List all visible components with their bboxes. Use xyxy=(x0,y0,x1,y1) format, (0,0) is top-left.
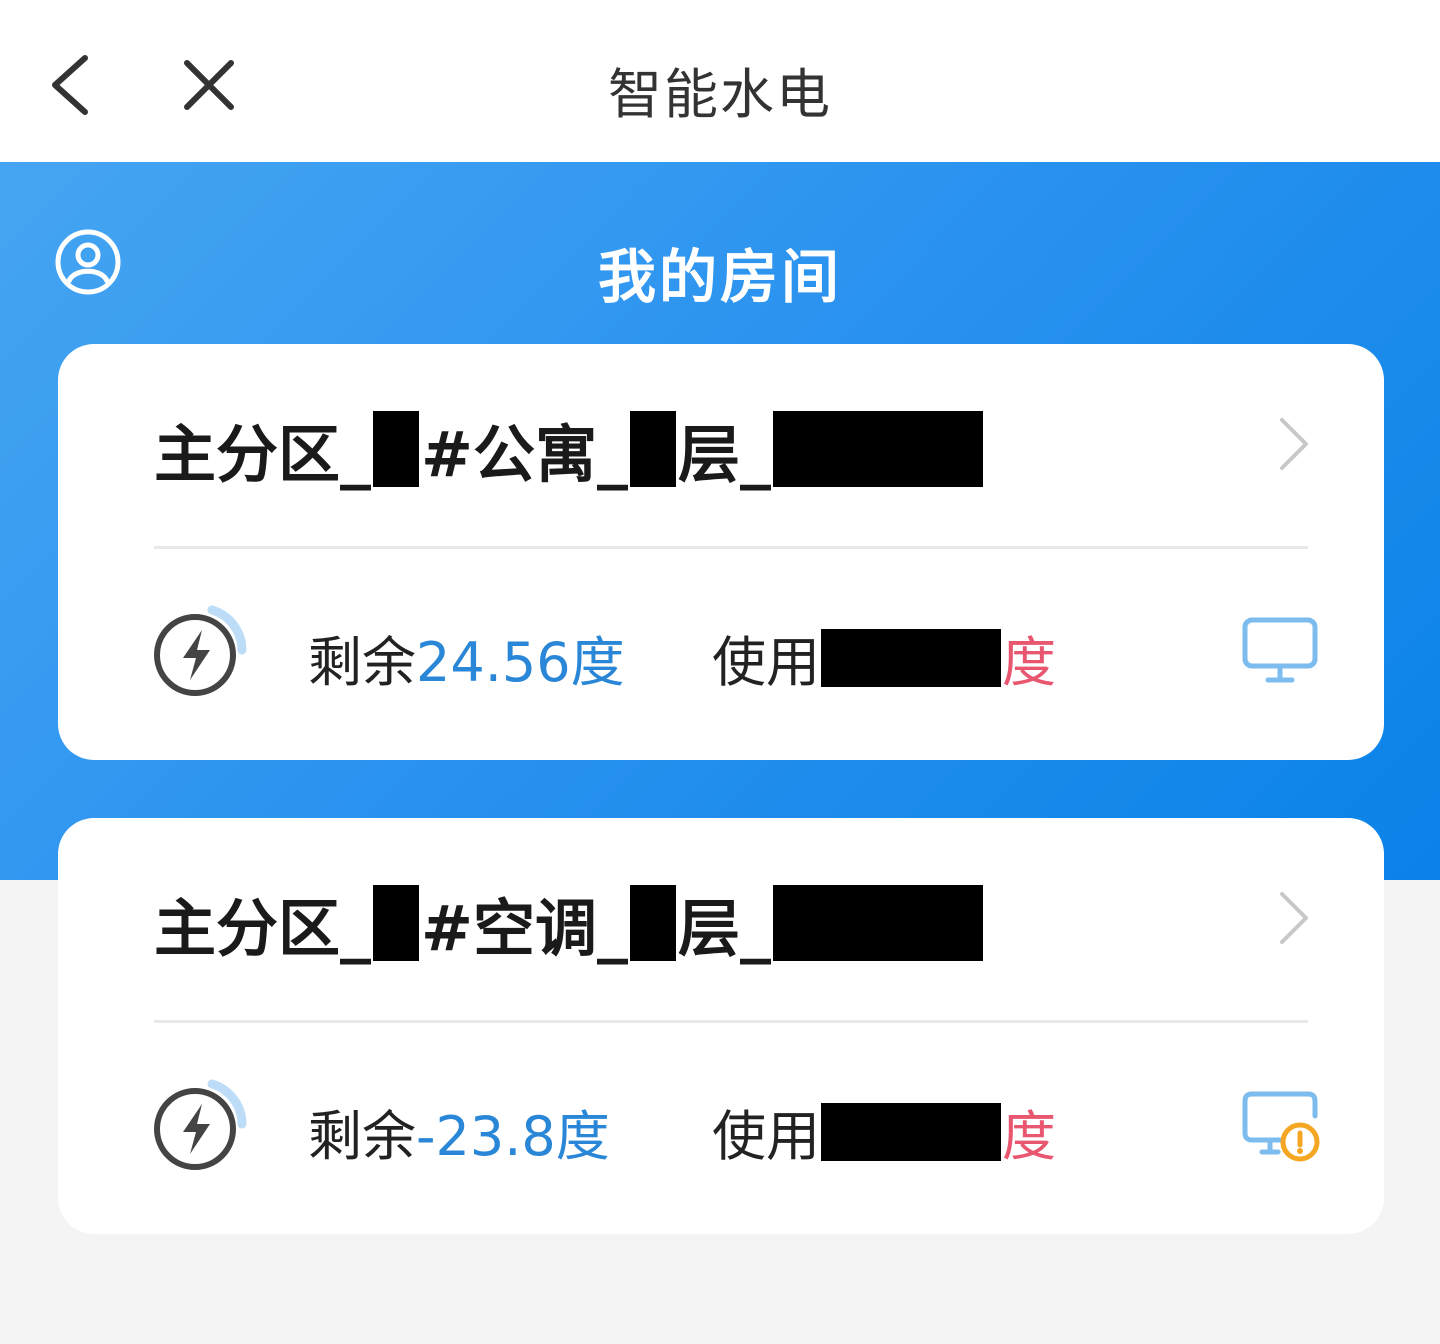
card-divider xyxy=(154,1020,1308,1023)
redacted-block xyxy=(821,1102,1001,1161)
redacted-block xyxy=(629,885,676,961)
room-name: 主分区_ #公寓_ 层_ xyxy=(154,406,983,492)
remaining-label: 剩余 xyxy=(308,1105,416,1168)
redacted-block xyxy=(772,885,983,961)
card-stats: 剩余24.56度 使用 度 xyxy=(150,600,1320,700)
room-name-part: 主分区_ xyxy=(154,418,372,491)
remaining-value: 24.56度 xyxy=(416,631,625,694)
top-navbar: 智能水电 xyxy=(0,0,1440,162)
page: 智能水电 我的房间 主分区_ #公寓_ 层_ 剩余24.56度 使用度 主分区_… xyxy=(0,0,1440,1344)
redacted-block xyxy=(373,885,420,961)
room-card[interactable]: 主分区_ #空调_ 层_ 剩余-23.8度 使用 度 xyxy=(58,818,1384,1234)
used-label: 使用 xyxy=(712,631,820,694)
room-name-part: 层_ xyxy=(677,892,771,965)
monitor-warning-icon[interactable] xyxy=(1240,1084,1320,1164)
used-amount: 使用 度 xyxy=(712,618,1056,697)
used-unit: 度 xyxy=(1002,1105,1056,1168)
card-divider xyxy=(154,546,1308,549)
lightning-icon xyxy=(154,1079,247,1170)
lightning-icon xyxy=(154,605,247,696)
redacted-block xyxy=(772,411,983,487)
remaining-label: 剩余 xyxy=(308,631,416,694)
room-card[interactable]: 主分区_ #公寓_ 层_ 剩余24.56度 使用 度 xyxy=(58,344,1384,760)
chevron-right-icon xyxy=(1280,892,1308,944)
chevron-right-icon xyxy=(1280,418,1308,470)
redacted-block xyxy=(821,628,1001,687)
used-label: 使用 xyxy=(712,1105,820,1168)
remaining-amount: 剩余-23.8度 xyxy=(308,1092,610,1171)
remaining-amount: 剩余24.56度 xyxy=(308,618,625,697)
room-name-part: #公寓_ xyxy=(421,418,628,491)
room-name-part: #空调_ xyxy=(421,892,628,965)
card-stats: 剩余-23.8度 使用 度 xyxy=(150,1074,1320,1174)
hero-title: 我的房间 xyxy=(597,243,842,311)
redacted-block xyxy=(629,411,676,487)
redacted-block xyxy=(373,411,420,487)
room-name-part: 主分区_ xyxy=(154,892,372,965)
remaining-value: -23.8度 xyxy=(416,1105,610,1168)
room-name-part: 层_ xyxy=(677,418,771,491)
page-title: 智能水电 xyxy=(608,63,832,126)
used-amount: 使用 度 xyxy=(712,1092,1056,1171)
used-unit: 度 xyxy=(1002,631,1056,694)
room-name: 主分区_ #空调_ 层_ xyxy=(154,880,983,966)
monitor-icon[interactable] xyxy=(1240,610,1320,690)
